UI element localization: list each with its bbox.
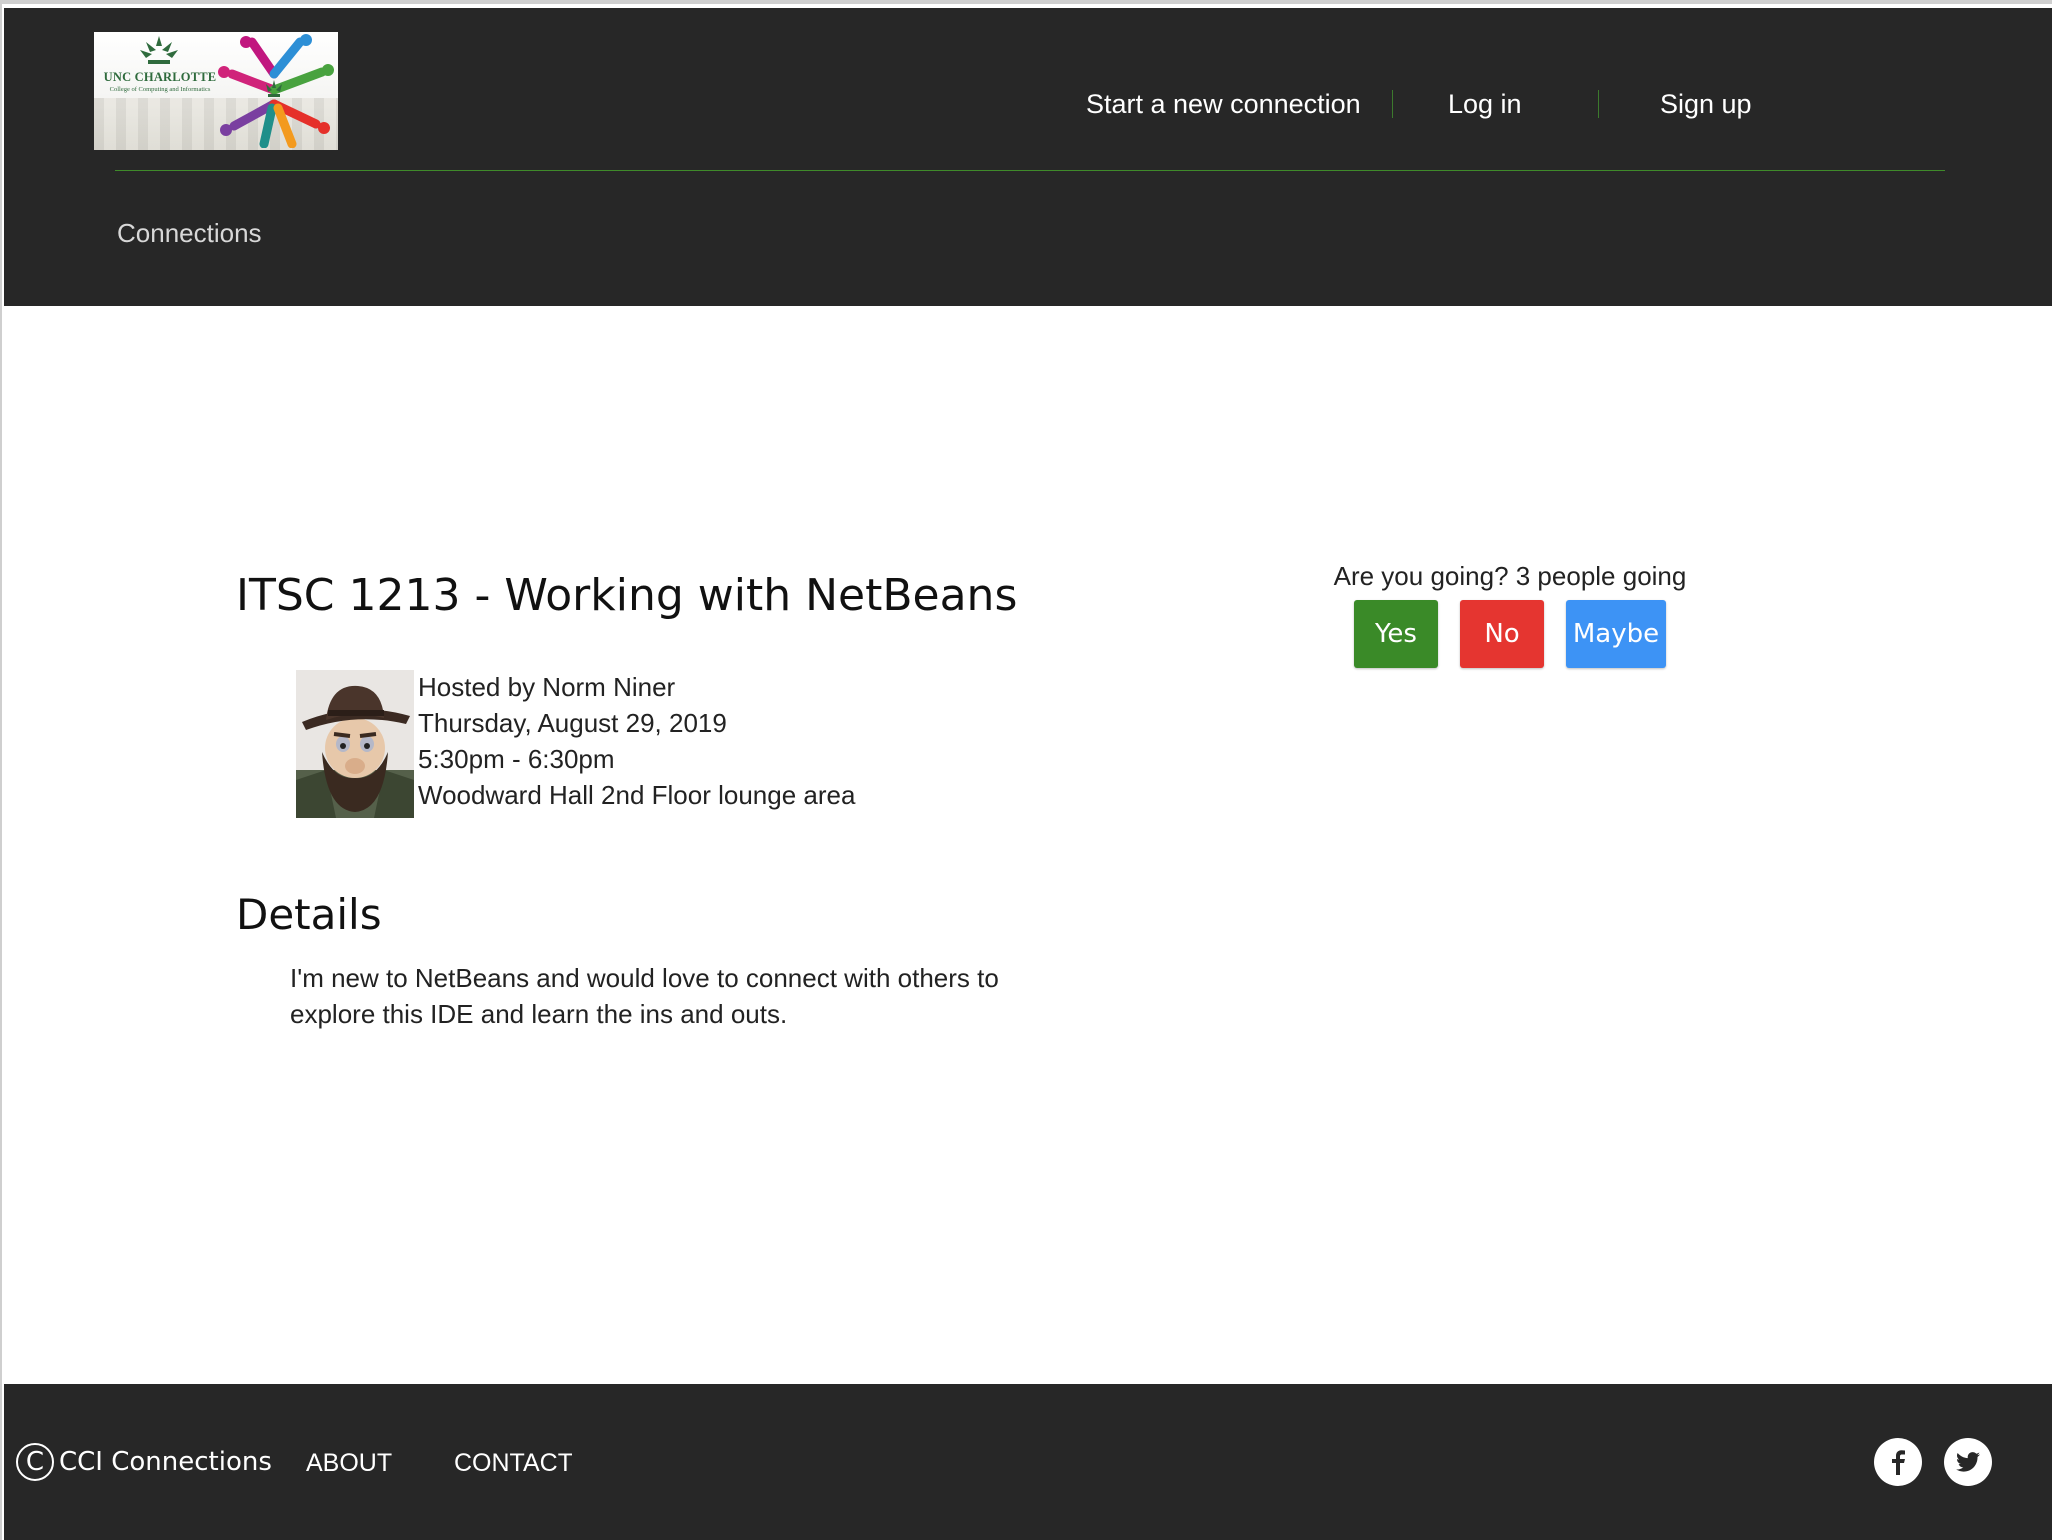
crown-icon [140, 36, 178, 64]
copyright-text: CCI Connections [59, 1447, 272, 1477]
site-footer: C CCI Connections ABOUT CONTACT [4, 1384, 2052, 1540]
nav-separator [1392, 90, 1393, 118]
nav-sign-up[interactable]: Sign up [1660, 88, 1752, 120]
copyright-icon: C [16, 1443, 54, 1481]
event-host: Hosted by Norm Niner [418, 672, 676, 702]
site-logo[interactable]: UNC CHARLOTTE College of Computing and I… [94, 32, 338, 150]
copyright: C CCI Connections [16, 1442, 272, 1482]
event-time: 5:30pm - 6:30pm [418, 744, 615, 774]
rsvp-no-button[interactable]: No [1460, 600, 1544, 668]
logo-text: UNC CHARLOTTE College of Computing and I… [96, 70, 224, 93]
page: UNC CHARLOTTE College of Computing and I… [0, 0, 2052, 1540]
event-title: ITSC 1213 - Working with NetBeans [236, 570, 1018, 621]
facebook-icon[interactable] [1874, 1438, 1922, 1486]
rsvp-yes-button[interactable]: Yes [1354, 600, 1438, 668]
twitter-icon[interactable] [1944, 1438, 1992, 1486]
site-header: UNC CHARLOTTE College of Computing and I… [4, 8, 2052, 306]
event-location: Woodward Hall 2nd Floor lounge area [418, 780, 856, 810]
mascot-avatar-image [296, 670, 414, 818]
footer-about-link[interactable]: ABOUT [306, 1448, 392, 1478]
people-circle-icon [218, 34, 334, 148]
rsvp-question: Are you going? 3 people going [1333, 561, 1687, 591]
host-avatar [296, 670, 414, 818]
nav-start-new-connection[interactable]: Start a new connection [1086, 88, 1361, 120]
twitter-glyph [1956, 1452, 1980, 1472]
event-date: Thursday, August 29, 2019 [418, 708, 727, 738]
nav-separator [1598, 90, 1599, 118]
logo-text-line2: College of Computing and Informatics [109, 86, 211, 93]
rsvp-maybe-button[interactable]: Maybe [1566, 600, 1666, 668]
header-divider [115, 170, 1945, 171]
facebook-glyph [1892, 1450, 1905, 1475]
nav-log-in[interactable]: Log in [1448, 88, 1522, 120]
logo-text-line1: UNC CHARLOTTE [103, 70, 217, 84]
details-heading: Details [236, 890, 382, 939]
details-text: I'm new to NetBeans and would love to co… [290, 963, 999, 1029]
footer-contact-link[interactable]: CONTACT [454, 1448, 572, 1478]
subnav-connections[interactable]: Connections [117, 218, 262, 249]
